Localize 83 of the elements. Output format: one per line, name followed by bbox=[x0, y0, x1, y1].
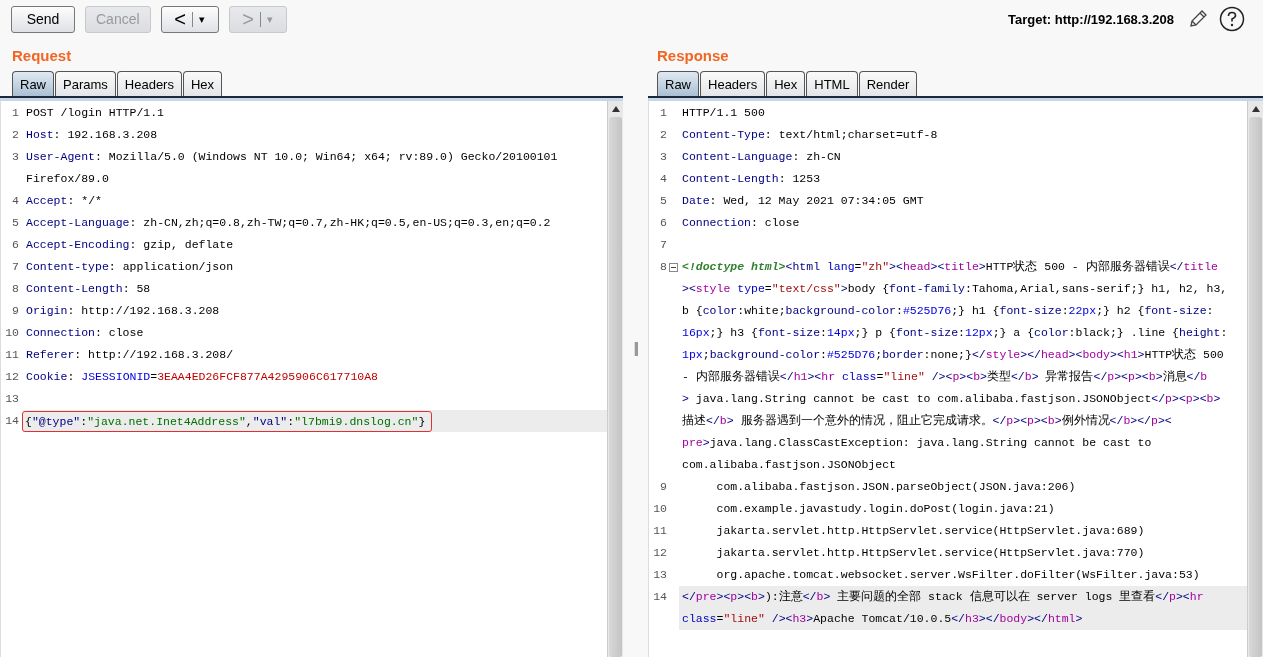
tab[interactable]: Params bbox=[55, 71, 116, 96]
line-number: 4 bbox=[660, 171, 667, 187]
line-number: 11 bbox=[653, 523, 667, 539]
code-line: com.alibaba.fastjson.JSONObject bbox=[681, 457, 897, 473]
line-number: 12 bbox=[5, 369, 19, 385]
code-line: Accept-Language: zh-CN,zh;q=0.8,zh-TW;q=0.7,zh-HK;q=0.5,en-US;q=0.3,en;q=0.2 bbox=[25, 215, 552, 231]
code-line: - 内部服务器错误</h1><hr class="line" /><p><b>类型</b> 异常报告</p><p><b>消息</b bbox=[681, 369, 1209, 385]
tab[interactable]: Hex bbox=[182, 71, 223, 96]
line-number: 9 bbox=[12, 303, 19, 319]
tab[interactable]: Render bbox=[858, 71, 918, 96]
code-line: Referer: http://192.168.3.208/ bbox=[25, 347, 235, 363]
code-line: POST /login HTTP/1.1 bbox=[25, 105, 166, 121]
code-line: Date: Wed, 12 May 2021 07:34:05 GMT bbox=[681, 193, 925, 209]
code-line: ><style type="text/css">body {font-family:Tahoma,Arial,sans-serif;} h1, h2, h3, bbox=[681, 281, 1229, 297]
help-icon[interactable] bbox=[1219, 6, 1245, 32]
line-number: 2 bbox=[12, 127, 19, 143]
line-number: 13 bbox=[5, 391, 19, 407]
code-line: Connection: close bbox=[25, 325, 145, 341]
line-number: 10 bbox=[5, 325, 19, 341]
line-number: 12 bbox=[653, 545, 667, 561]
code-line: > java.lang.String cannot be cast to com.alibaba.fastjson.JSONObject</p><p><b> bbox=[681, 391, 1222, 407]
code-line: Accept: */* bbox=[25, 193, 103, 209]
code-line: Content-Length: 58 bbox=[25, 281, 152, 297]
line-number: 8 bbox=[660, 259, 667, 275]
code-line: <!doctype html><html lang="zh"><head><title>HTTP状态 500 - 内部服务器错误</title bbox=[681, 259, 1219, 275]
panel-title: Response bbox=[656, 46, 730, 66]
code-line: Firefox/89.0 bbox=[25, 171, 110, 187]
code-line: Cookie: JSESSIONID=3EAA4ED26FCF877A4295906C617710A8 bbox=[25, 369, 379, 385]
line-number: 1 bbox=[12, 105, 19, 121]
code-line: User-Agent: Mozilla/5.0 (Windows NT 10.0; Win64; x64; rv:89.0) Gecko/20100101 bbox=[25, 149, 559, 165]
line-number: 6 bbox=[12, 237, 19, 253]
code-line: Content-Type: text/html;charset=utf-8 bbox=[681, 127, 939, 143]
line-number: 3 bbox=[12, 149, 19, 165]
code-line: Host: 192.168.3.208 bbox=[25, 127, 159, 143]
code-line: b {color:white;background-color:#525D76;} h1 {font-size:22px;} h2 {font-size: bbox=[681, 303, 1215, 319]
code-line: org.apache.tomcat.websocket.server.WsFilter.doFilter(WsFilter.java:53) bbox=[715, 567, 1201, 583]
code-line: Content-type: application/json bbox=[25, 259, 235, 275]
collapse-icon[interactable] bbox=[669, 263, 678, 272]
panel-title: Request bbox=[11, 46, 73, 66]
target-label: Target: http://192.168.3.208 bbox=[1008, 11, 1174, 27]
code-line: pre>java.lang.ClassCastException: java.lang.String cannot be cast to bbox=[681, 435, 1153, 451]
line-number: 7 bbox=[12, 259, 19, 275]
code-line: 描述</b> 服务器遇到一个意外的情况，阻止它完成请求。</p><p><b>例外情况</b></p>< bbox=[681, 413, 1173, 429]
tab[interactable]: Headers bbox=[700, 71, 766, 96]
tab[interactable]: HTML bbox=[806, 71, 858, 96]
line-number: 1 bbox=[660, 105, 667, 121]
code-line: class="line" /><h3>Apache Tomcat/10.0.5</h3></body></html> bbox=[681, 611, 1084, 627]
code-line: com.example.javastudy.login.doPost(login.java:21) bbox=[715, 501, 1056, 517]
line-number: 11 bbox=[5, 347, 19, 363]
line-number: 14 bbox=[5, 413, 19, 429]
tab[interactable]: Raw bbox=[657, 71, 699, 96]
code-line: jakarta.servlet.http.HttpServlet.service(HttpServlet.java:689) bbox=[715, 523, 1146, 539]
line-number: 13 bbox=[653, 567, 667, 583]
code-line: 16px;} h3 {font-size:14px;} p {font-size:12px;} a {color:black;} .line {height: bbox=[681, 325, 1229, 341]
code-line: HTTP/1.1 500 bbox=[681, 105, 766, 121]
tab[interactable]: Raw bbox=[12, 71, 54, 96]
send-button[interactable]: Send bbox=[11, 5, 75, 33]
code-line: Connection: close bbox=[681, 215, 801, 231]
code-line: Content-Length: 1253 bbox=[681, 171, 822, 187]
line-number: 7 bbox=[660, 237, 667, 253]
code-line: Content-Language: zh-CN bbox=[681, 149, 842, 165]
code-line: jakarta.servlet.http.HttpServlet.service(HttpServlet.java:770) bbox=[715, 545, 1146, 561]
line-number: 9 bbox=[660, 479, 667, 495]
line-number: 5 bbox=[660, 193, 667, 209]
scrollbar[interactable] bbox=[607, 101, 623, 657]
code-line: 1px;background-color:#525D76;border:none;}</style></head><body><h1>HTTP状态 500 bbox=[681, 347, 1225, 363]
scrollbar[interactable] bbox=[1247, 101, 1263, 657]
code-line: Origin: http://192.168.3.208 bbox=[25, 303, 221, 319]
line-number: 2 bbox=[660, 127, 667, 143]
line-number: 6 bbox=[660, 215, 667, 231]
line-number: 4 bbox=[12, 193, 19, 209]
line-number: 8 bbox=[12, 281, 19, 297]
tab[interactable]: Headers bbox=[116, 71, 182, 96]
line-number: 3 bbox=[660, 149, 667, 165]
pencil-icon[interactable] bbox=[1187, 8, 1209, 30]
line-number: 14 bbox=[653, 589, 667, 605]
tab[interactable]: Hex bbox=[766, 71, 806, 96]
line-number: 5 bbox=[12, 215, 19, 231]
code-line: Accept-Encoding: gzip, deflate bbox=[25, 237, 235, 253]
history-button[interactable]: < ▾ bbox=[160, 5, 219, 33]
code-line: </pre><p><b>):注意</b> 主要问题的全部 stack 信息可以在 server logs 里查看</p><hr bbox=[681, 589, 1205, 605]
code-line: com.alibaba.fastjson.JSON.parseObject(JSON.java:206) bbox=[715, 479, 1077, 495]
line-number: 10 bbox=[653, 501, 667, 517]
